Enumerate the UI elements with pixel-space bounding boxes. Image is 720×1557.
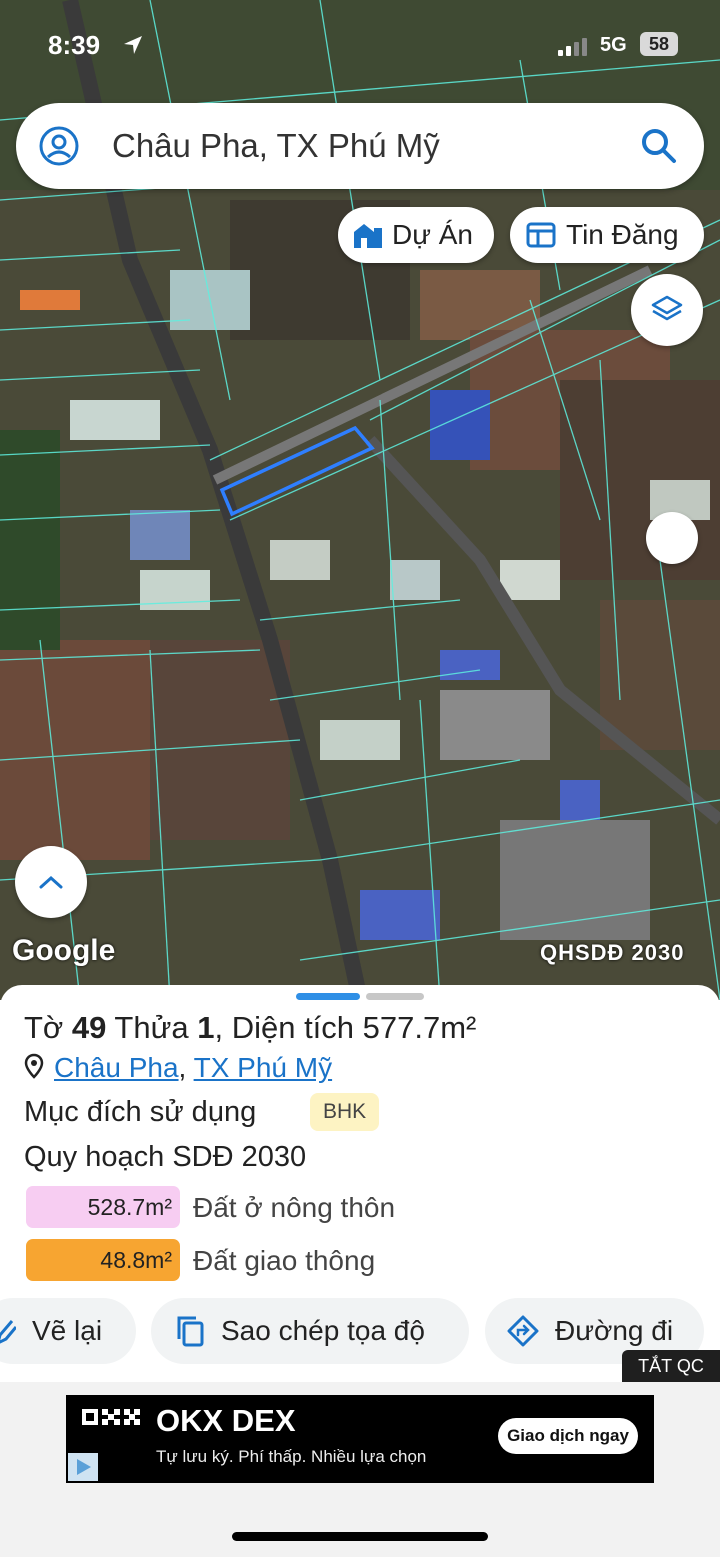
zone-area-badge: 528.7m² bbox=[26, 1186, 180, 1228]
sheet-page-indicator[interactable] bbox=[366, 993, 424, 1000]
redraw-label: Vẽ lại bbox=[32, 1315, 103, 1346]
copy-coordinates-button[interactable]: Sao chép tọa độ bbox=[151, 1298, 469, 1364]
listings-chip[interactable]: Tin Đăng bbox=[510, 207, 704, 263]
directions-icon bbox=[507, 1315, 539, 1347]
purpose-code-badge: BHK bbox=[310, 1093, 380, 1131]
signal-icon bbox=[558, 38, 587, 56]
parcel-title: Tờ 49 Thửa 1, Diện tích 577.7m² bbox=[24, 1010, 477, 1045]
search-icon[interactable] bbox=[640, 127, 678, 165]
layers-button[interactable] bbox=[631, 274, 703, 346]
status-bar: 8:39 5G 58 bbox=[0, 28, 720, 68]
ad-tagline: Tự lưu ký. Phí thấp. Nhiều lựa chọn bbox=[156, 1447, 427, 1466]
map-layer-label: QHSDĐ 2030 bbox=[540, 940, 685, 965]
expand-sheet-button[interactable] bbox=[15, 846, 87, 918]
zone-label: Đất ở nông thôn bbox=[193, 1192, 396, 1223]
plan-label: Quy hoạch SDĐ 2030 bbox=[24, 1141, 307, 1173]
sheet-page-indicator-active[interactable] bbox=[296, 993, 360, 1000]
search-text[interactable]: Châu Pha, TX Phú Mỹ bbox=[112, 127, 440, 165]
copy-icon bbox=[177, 1316, 204, 1347]
ad-choices-icon[interactable] bbox=[68, 1453, 98, 1481]
ad-brand: OKX DEX bbox=[156, 1403, 296, 1438]
close-ads-button[interactable]: TẮT QC bbox=[622, 1350, 720, 1382]
side-drag-handle[interactable] bbox=[646, 512, 698, 564]
user-account-icon[interactable] bbox=[38, 125, 80, 167]
chevron-up-icon bbox=[39, 875, 63, 889]
parcel-address: Châu Pha, TX Phú Mỹ bbox=[24, 1052, 332, 1084]
building-icon bbox=[354, 224, 382, 248]
commune-link[interactable]: Châu Pha bbox=[54, 1052, 179, 1083]
projects-chip-label: Dự Án bbox=[392, 219, 473, 250]
newspaper-icon bbox=[526, 222, 556, 248]
zone-label: Đất giao thông bbox=[193, 1245, 376, 1276]
listings-chip-label: Tin Đăng bbox=[566, 219, 679, 250]
location-arrow-icon bbox=[124, 36, 142, 54]
battery-level: 58 bbox=[640, 32, 678, 56]
copy-coordinates-label: Sao chép tọa độ bbox=[221, 1315, 425, 1346]
search-bar[interactable]: Châu Pha, TX Phú Mỹ bbox=[16, 103, 704, 189]
ad-banner[interactable]: OKX DEX Tự lưu ký. Phí thấp. Nhiều lựa c… bbox=[66, 1395, 654, 1483]
pencil-icon bbox=[0, 1320, 16, 1344]
purpose-label: Mục đích sử dụng bbox=[24, 1096, 257, 1128]
ad-cta-button[interactable]: Giao dịch ngay bbox=[498, 1418, 638, 1454]
projects-chip[interactable]: Dự Án bbox=[338, 207, 494, 263]
town-link[interactable]: TX Phú Mỹ bbox=[194, 1052, 332, 1083]
location-pin-icon bbox=[24, 1053, 44, 1079]
network-type: 5G bbox=[600, 34, 627, 56]
okx-logo-icon bbox=[82, 1409, 140, 1425]
layers-icon bbox=[651, 295, 683, 321]
home-indicator bbox=[232, 1532, 488, 1541]
directions-label: Đường đi bbox=[555, 1315, 674, 1346]
redraw-button[interactable]: Vẽ lại bbox=[0, 1298, 136, 1364]
google-logo: Google bbox=[12, 934, 116, 967]
zone-area-badge: 48.8m² bbox=[26, 1239, 180, 1281]
status-time: 8:39 bbox=[48, 30, 101, 60]
